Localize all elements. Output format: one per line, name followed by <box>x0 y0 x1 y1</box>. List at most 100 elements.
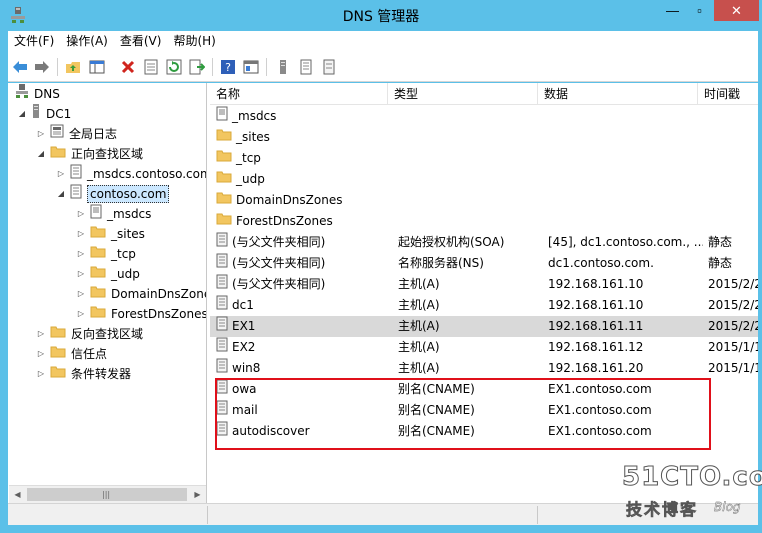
expanded-arrow-icon[interactable]: ◢ <box>56 184 66 204</box>
tree-node-forward-zones[interactable]: ◢ 正向查找区域 <box>36 144 143 164</box>
collapsed-arrow-icon[interactable]: ▷ <box>76 204 86 224</box>
tree-node-contoso-zone[interactable]: ◢ contoso.com <box>56 184 170 205</box>
collapsed-arrow-icon[interactable]: ▷ <box>36 364 46 384</box>
menu-help[interactable]: 帮助(H) <box>167 31 221 52</box>
record-data: dc1.contoso.com. <box>548 256 654 270</box>
record-timestamp <box>708 379 758 400</box>
record-row[interactable]: autodiscover 别名(CNAME) EX1.contoso.com <box>210 421 758 442</box>
record-row[interactable]: _udp <box>210 169 758 190</box>
collapsed-arrow-icon[interactable]: ▷ <box>76 264 86 284</box>
menu-view[interactable]: 查看(V) <box>114 31 168 52</box>
up-folder-icon[interactable] <box>64 58 82 76</box>
collapsed-arrow-icon[interactable]: ▷ <box>56 164 66 184</box>
export-icon[interactable] <box>188 58 206 76</box>
server-icon[interactable] <box>274 58 292 76</box>
scroll-right-icon[interactable]: ▶ <box>189 486 206 503</box>
help-icon[interactable]: ? <box>219 58 237 76</box>
collapsed-arrow-icon[interactable]: ▷ <box>36 324 46 344</box>
record-row[interactable]: ForestDnsZones <box>210 211 758 232</box>
folder-icon <box>90 264 106 284</box>
collapsed-arrow-icon[interactable]: ▷ <box>36 344 46 364</box>
record-row[interactable]: EX2 主机(A) 192.168.161.12 2015/1/1 <box>210 337 758 358</box>
column-header-timestamp[interactable]: 时间戳 <box>698 83 758 105</box>
record-row[interactable]: _sites <box>210 127 758 148</box>
dns-record-icon <box>216 421 228 442</box>
record-row[interactable]: (与父文件夹相同) 主机(A) 192.168.161.10 2015/2/26 <box>210 274 758 295</box>
record-timestamp <box>708 127 758 148</box>
scroll-left-icon[interactable]: ◀ <box>9 486 26 503</box>
tree-horizontal-scrollbar[interactable]: ◀ ||| ▶ <box>9 485 206 503</box>
record-name-cell: DomainDnsZones <box>216 190 394 211</box>
record-row[interactable]: DomainDnsZones <box>210 190 758 211</box>
record-name-cell: EX2 <box>216 337 394 358</box>
scroll-grip-icon: ||| <box>102 490 111 499</box>
record-type <box>398 127 544 148</box>
maximize-button[interactable]: ▫ <box>686 0 713 21</box>
collapsed-arrow-icon[interactable]: ▷ <box>76 244 86 264</box>
tree-node-global-logs[interactable]: ▷ 全局日志 <box>36 124 117 144</box>
record-row[interactable]: _msdcs <box>210 106 758 127</box>
tree-label: _msdcs <box>107 207 152 221</box>
record-name-cell: _tcp <box>216 148 394 169</box>
close-button[interactable]: ✕ <box>714 0 759 21</box>
menu-action[interactable]: 操作(A) <box>60 31 114 52</box>
record-row[interactable]: (与父文件夹相同) 名称服务器(NS) dc1.contoso.com. 静态 <box>210 253 758 274</box>
record-type: 别名(CNAME) <box>398 424 475 438</box>
delete-icon[interactable] <box>119 58 137 76</box>
record-row[interactable]: EX1 主机(A) 192.168.161.11 2015/2/2 <box>210 316 758 337</box>
collapsed-arrow-icon[interactable]: ▷ <box>76 284 86 304</box>
back-arrow-icon[interactable] <box>11 58 29 76</box>
column-header-name[interactable]: 名称 <box>210 83 388 105</box>
collapsed-arrow-icon[interactable]: ▷ <box>36 124 46 144</box>
tree-node-reverse-zones[interactable]: ▷ 反向查找区域 <box>36 324 143 344</box>
record-row[interactable]: (与父文件夹相同) 起始授权机构(SOA) [45], dc1.contoso.co… <box>210 232 758 253</box>
record-data <box>548 127 703 148</box>
refresh-icon[interactable] <box>165 58 183 76</box>
folder-icon <box>216 190 232 211</box>
column-header-type[interactable]: 类型 <box>388 83 538 105</box>
minimize-button[interactable]: — <box>659 0 686 21</box>
record-icon[interactable] <box>320 58 338 76</box>
record-name-cell: dc1 <box>216 295 394 316</box>
tree-node-sub-udp[interactable]: ▷ _udp <box>76 264 140 284</box>
tree-node-sub-sites[interactable]: ▷ _sites <box>76 224 145 244</box>
tree-node-dc1[interactable]: ◢ DC1 <box>17 104 71 124</box>
record-row[interactable]: owa 别名(CNAME) EX1.contoso.com <box>210 379 758 400</box>
record-type <box>398 211 544 232</box>
zone-icon <box>70 184 82 205</box>
collapsed-arrow-icon[interactable]: ▷ <box>76 224 86 244</box>
show-tree-icon[interactable] <box>88 58 106 76</box>
zone-icon[interactable] <box>297 58 315 76</box>
record-type: 名称服务器(NS) <box>398 256 484 270</box>
expanded-arrow-icon[interactable]: ◢ <box>17 104 27 124</box>
folder-icon <box>50 344 66 364</box>
console-icon[interactable] <box>242 58 260 76</box>
menu-file[interactable]: 文件(F) <box>8 31 60 52</box>
tree-node-trust-points[interactable]: ▷ 信任点 <box>36 344 107 364</box>
record-row[interactable]: mail 别名(CNAME) EX1.contoso.com <box>210 400 758 421</box>
tree-node-dns[interactable]: DNS <box>15 84 60 104</box>
tree-node-msdcs-zone[interactable]: ▷ _msdcs.contoso.com <box>56 164 206 184</box>
forward-arrow-icon[interactable] <box>33 58 51 76</box>
record-name: (与父文件夹相同) <box>232 256 326 270</box>
collapsed-arrow-icon[interactable]: ▷ <box>76 304 86 324</box>
tree-node-sub-msdcs[interactable]: ▷ _msdcs <box>76 204 151 224</box>
record-row[interactable]: _tcp <box>210 148 758 169</box>
properties-icon[interactable] <box>142 58 160 76</box>
record-row[interactable]: win8 主机(A) 192.168.161.20 2015/1/16 <box>210 358 758 379</box>
record-data <box>548 190 703 211</box>
record-timestamp <box>708 148 758 169</box>
tree-node-conditional-forwarders[interactable]: ▷ 条件转发器 <box>36 364 131 384</box>
tree-node-sub-tcp[interactable]: ▷ _tcp <box>76 244 136 264</box>
record-name: (与父文件夹相同) <box>232 277 326 291</box>
tree-node-sub-domaindnszones[interactable]: ▷ DomainDnsZones <box>76 284 206 304</box>
record-row[interactable]: dc1 主机(A) 192.168.161.10 2015/2/26 <box>210 295 758 316</box>
record-name-cell: autodiscover <box>216 421 394 442</box>
record-timestamp <box>708 211 758 232</box>
dns-record-icon <box>216 253 228 274</box>
record-type: 主机(A) <box>398 340 440 354</box>
tree-node-sub-forestdnszones[interactable]: ▷ ForestDnsZones <box>76 304 206 324</box>
record-name: win8 <box>232 361 261 375</box>
expanded-arrow-icon[interactable]: ◢ <box>36 144 46 164</box>
column-header-data[interactable]: 数据 <box>538 83 698 105</box>
